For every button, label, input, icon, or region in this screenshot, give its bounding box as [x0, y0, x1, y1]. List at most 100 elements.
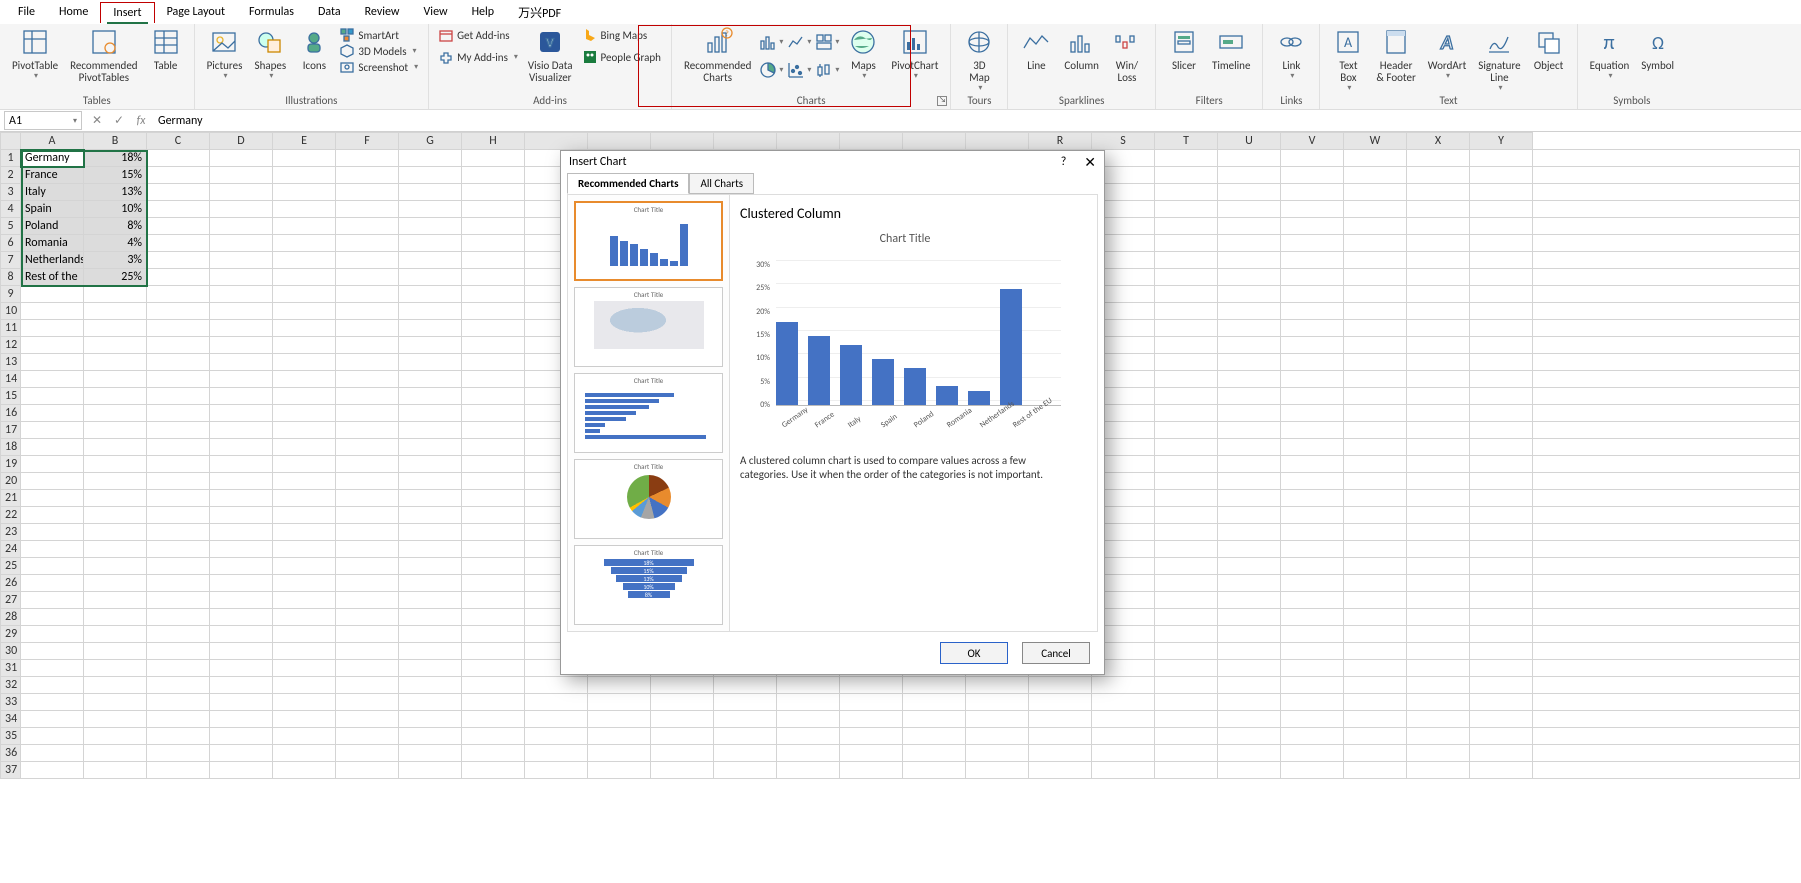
slicer-button[interactable]: Slicer [1162, 26, 1206, 72]
cell[interactable] [1029, 677, 1092, 694]
cell[interactable] [462, 337, 525, 354]
people-graph-button[interactable]: People Graph [583, 50, 661, 64]
cell[interactable] [1218, 745, 1281, 762]
cell[interactable] [1092, 711, 1155, 728]
thumb-funnel[interactable]: Chart Title 18%15%13%10%8% [574, 545, 723, 625]
cell[interactable] [210, 405, 273, 422]
cell[interactable] [462, 150, 525, 167]
cell[interactable] [399, 473, 462, 490]
cell[interactable] [84, 371, 147, 388]
cell[interactable] [1533, 456, 1800, 473]
cell[interactable] [1218, 677, 1281, 694]
cell[interactable] [273, 150, 336, 167]
cell[interactable] [1407, 439, 1470, 456]
row-header[interactable]: 16 [1, 405, 21, 422]
cell[interactable] [21, 660, 84, 677]
cell[interactable] [336, 473, 399, 490]
row-header[interactable]: 1 [1, 150, 21, 167]
cell[interactable] [1344, 456, 1407, 473]
col-header-s[interactable]: S [1092, 133, 1155, 150]
cell[interactable] [1470, 235, 1533, 252]
cell[interactable] [399, 524, 462, 541]
cell[interactable] [21, 473, 84, 490]
cell[interactable] [1344, 507, 1407, 524]
tab-page-layout[interactable]: Page Layout [155, 2, 237, 22]
cell[interactable] [903, 677, 966, 694]
cell[interactable] [840, 728, 903, 745]
signature-line-button[interactable]: Signature Line▾ [1472, 26, 1526, 93]
cell[interactable] [1344, 711, 1407, 728]
cell[interactable]: France [21, 167, 84, 184]
cell[interactable] [840, 711, 903, 728]
cell[interactable] [273, 473, 336, 490]
cell[interactable] [1218, 558, 1281, 575]
cell[interactable] [903, 762, 966, 779]
cell[interactable] [1281, 422, 1344, 439]
dialog-titlebar[interactable]: Insert Chart ? ✕ [561, 151, 1104, 173]
cell[interactable] [210, 507, 273, 524]
cell[interactable] [1407, 694, 1470, 711]
cell[interactable] [273, 524, 336, 541]
cell[interactable] [1470, 762, 1533, 779]
cell[interactable] [1218, 609, 1281, 626]
cell[interactable] [336, 728, 399, 745]
cell[interactable] [399, 592, 462, 609]
cell[interactable] [399, 660, 462, 677]
cell[interactable] [462, 541, 525, 558]
cell[interactable] [1407, 762, 1470, 779]
cell[interactable] [210, 184, 273, 201]
col-header[interactable] [588, 133, 651, 150]
cell[interactable] [1533, 167, 1800, 184]
cell[interactable] [1155, 439, 1218, 456]
cell[interactable] [1470, 354, 1533, 371]
cell[interactable]: Germany [21, 150, 84, 167]
cell[interactable] [273, 609, 336, 626]
cell[interactable] [1344, 524, 1407, 541]
cell[interactable] [462, 201, 525, 218]
cell[interactable] [777, 711, 840, 728]
row-header[interactable]: 19 [1, 456, 21, 473]
cell[interactable] [210, 643, 273, 660]
row-header[interactable]: 5 [1, 218, 21, 235]
row-header[interactable]: 30 [1, 643, 21, 660]
col-header-c[interactable]: C [147, 133, 210, 150]
cell[interactable] [210, 218, 273, 235]
cell[interactable] [1470, 456, 1533, 473]
cell[interactable] [84, 643, 147, 660]
equation-button[interactable]: πEquation▾ [1584, 26, 1636, 81]
cell[interactable] [462, 762, 525, 779]
cell[interactable] [336, 235, 399, 252]
cell[interactable] [966, 745, 1029, 762]
cell[interactable] [1407, 541, 1470, 558]
cell[interactable] [21, 558, 84, 575]
cell[interactable] [84, 473, 147, 490]
pivottable-button[interactable]: PivotTable▾ [6, 26, 64, 81]
cell[interactable] [1281, 218, 1344, 235]
cell[interactable] [21, 762, 84, 779]
cell[interactable] [399, 201, 462, 218]
cell[interactable] [1470, 507, 1533, 524]
cell[interactable] [1344, 541, 1407, 558]
cell[interactable] [84, 337, 147, 354]
cell[interactable] [1155, 320, 1218, 337]
cell[interactable] [1281, 303, 1344, 320]
cell[interactable] [1533, 609, 1800, 626]
row-header[interactable]: 27 [1, 592, 21, 609]
cell[interactable] [777, 745, 840, 762]
cell[interactable] [1155, 660, 1218, 677]
cell[interactable] [84, 660, 147, 677]
cell[interactable] [840, 745, 903, 762]
cell[interactable] [1155, 677, 1218, 694]
cell[interactable] [1470, 745, 1533, 762]
cell[interactable] [84, 405, 147, 422]
cell[interactable] [21, 286, 84, 303]
cell[interactable] [273, 541, 336, 558]
cell[interactable] [1344, 677, 1407, 694]
cell[interactable] [147, 456, 210, 473]
cell[interactable] [147, 303, 210, 320]
cell[interactable] [1407, 337, 1470, 354]
cell[interactable] [1407, 286, 1470, 303]
cell[interactable] [210, 371, 273, 388]
cell[interactable] [1533, 184, 1800, 201]
cell[interactable] [147, 354, 210, 371]
